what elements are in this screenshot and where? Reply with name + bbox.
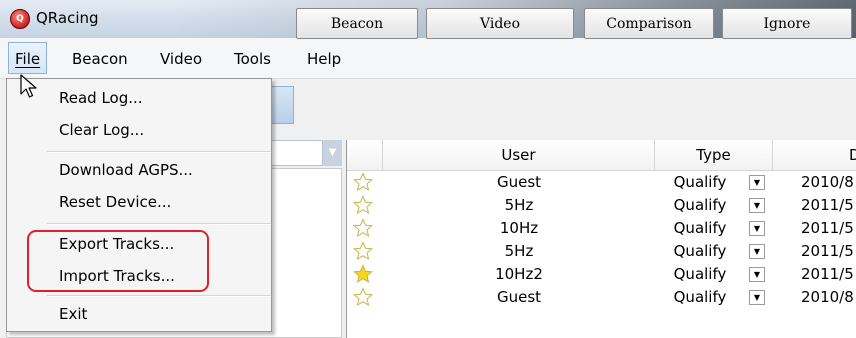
table-row[interactable]: Guest Qualify ▼ 2010/8: [347, 171, 856, 193]
ignore-button-label: Ignore: [763, 15, 811, 32]
cell-date: 2010/8: [801, 288, 854, 306]
menu-item-download-agps[interactable]: Download AGPS...: [59, 161, 193, 179]
table-row[interactable]: 10Hz2 Qualify ▼ 2011/5: [347, 263, 856, 285]
app-logo-icon: Q: [10, 9, 30, 29]
table-row[interactable]: Guest Qualify ▼ 2010/8: [347, 286, 856, 308]
favorite-star-icon[interactable]: [353, 195, 373, 215]
cell-type: Qualify: [673, 288, 727, 306]
comparison-button[interactable]: Comparison: [584, 8, 714, 39]
cell-user: 5Hz: [504, 242, 534, 260]
cell-user: 10Hz2: [495, 265, 543, 283]
table-header: User Type D: [347, 140, 856, 171]
type-dropdown-arrow-icon[interactable]: ▼: [749, 290, 765, 305]
cell-date: 2010/8: [801, 173, 854, 191]
cell-date: 2011/5: [801, 196, 854, 214]
cell-type: Qualify: [673, 242, 727, 260]
favorite-star-icon[interactable]: [353, 264, 373, 284]
menu-file-label: File: [15, 50, 41, 68]
column-header-date[interactable]: D: [773, 140, 856, 170]
menu-tools[interactable]: Tools: [234, 50, 271, 68]
menu-tools-label: Tools: [234, 50, 271, 68]
type-dropdown-arrow-icon[interactable]: ▼: [749, 175, 765, 190]
menu-item-clear-log[interactable]: Clear Log...: [59, 121, 144, 139]
type-dropdown-arrow-icon[interactable]: ▼: [749, 267, 765, 282]
cell-user: 10Hz: [499, 219, 539, 237]
menu-help[interactable]: Help: [307, 50, 341, 68]
file-menu-dropdown: Read Log... Clear Log... Download AGPS..…: [6, 78, 272, 332]
menu-file[interactable]: File: [8, 42, 48, 74]
mouse-cursor-icon: [20, 74, 37, 98]
column-header-type[interactable]: Type: [655, 140, 773, 170]
cell-type: Qualify: [673, 265, 727, 283]
log-table[interactable]: User Type D Guest Qualify ▼ 2010/8 5Hz Qualif…: [346, 140, 856, 338]
type-dropdown-arrow-icon[interactable]: ▼: [749, 244, 765, 259]
ignore-button[interactable]: Ignore: [722, 8, 852, 39]
comparison-button-label: Comparison: [606, 15, 692, 32]
cell-date: 2011/5: [801, 242, 854, 260]
menu-beacon[interactable]: Beacon: [72, 50, 128, 68]
favorite-star-icon[interactable]: [353, 241, 373, 261]
cell-user: Guest: [496, 288, 542, 306]
column-header-star[interactable]: [347, 140, 383, 170]
menu-item-read-log[interactable]: Read Log...: [59, 89, 143, 107]
menu-separator: [47, 295, 271, 297]
favorite-star-icon[interactable]: [353, 172, 373, 192]
table-row[interactable]: 5Hz Qualify ▼ 2011/5: [347, 240, 856, 262]
cell-type: Qualify: [673, 196, 727, 214]
menu-video[interactable]: Video: [160, 50, 202, 68]
type-dropdown-arrow-icon[interactable]: ▼: [749, 198, 765, 213]
cell-user: 5Hz: [504, 196, 534, 214]
cell-user: Guest: [496, 173, 542, 191]
menu-help-label: Help: [307, 50, 342, 68]
table-row[interactable]: 10Hz Qualify ▼ 2011/5: [347, 217, 856, 239]
cell-date: 2011/5: [801, 219, 854, 237]
menu-beacon-label: Beacon: [72, 50, 128, 68]
column-header-user[interactable]: User: [383, 140, 655, 170]
video-button-label: Video: [479, 15, 521, 32]
menu-video-label: Video: [160, 50, 203, 68]
cell-type: Qualify: [673, 219, 727, 237]
menu-separator: [47, 151, 271, 153]
beacon-button[interactable]: Beacon: [296, 8, 418, 39]
menu-separator: [47, 223, 271, 225]
menu-item-reset-device[interactable]: Reset Device...: [59, 193, 171, 211]
table-row[interactable]: 5Hz Qualify ▼ 2011/5: [347, 194, 856, 216]
favorite-star-icon[interactable]: [353, 218, 373, 238]
chevron-down-icon[interactable]: ▼: [322, 140, 342, 166]
menu-item-exit[interactable]: Exit: [59, 305, 87, 323]
menu-bar: File Beacon Video Tools Help: [0, 38, 856, 79]
annotation-highlight-box: [27, 230, 209, 292]
cell-date: 2011/5: [801, 265, 854, 283]
cell-type: Qualify: [673, 173, 727, 191]
video-button[interactable]: Video: [426, 8, 574, 39]
favorite-star-icon[interactable]: [353, 287, 373, 307]
window-title: QRacing: [36, 9, 99, 27]
beacon-button-label: Beacon: [330, 15, 384, 32]
type-dropdown-arrow-icon[interactable]: ▼: [749, 221, 765, 236]
